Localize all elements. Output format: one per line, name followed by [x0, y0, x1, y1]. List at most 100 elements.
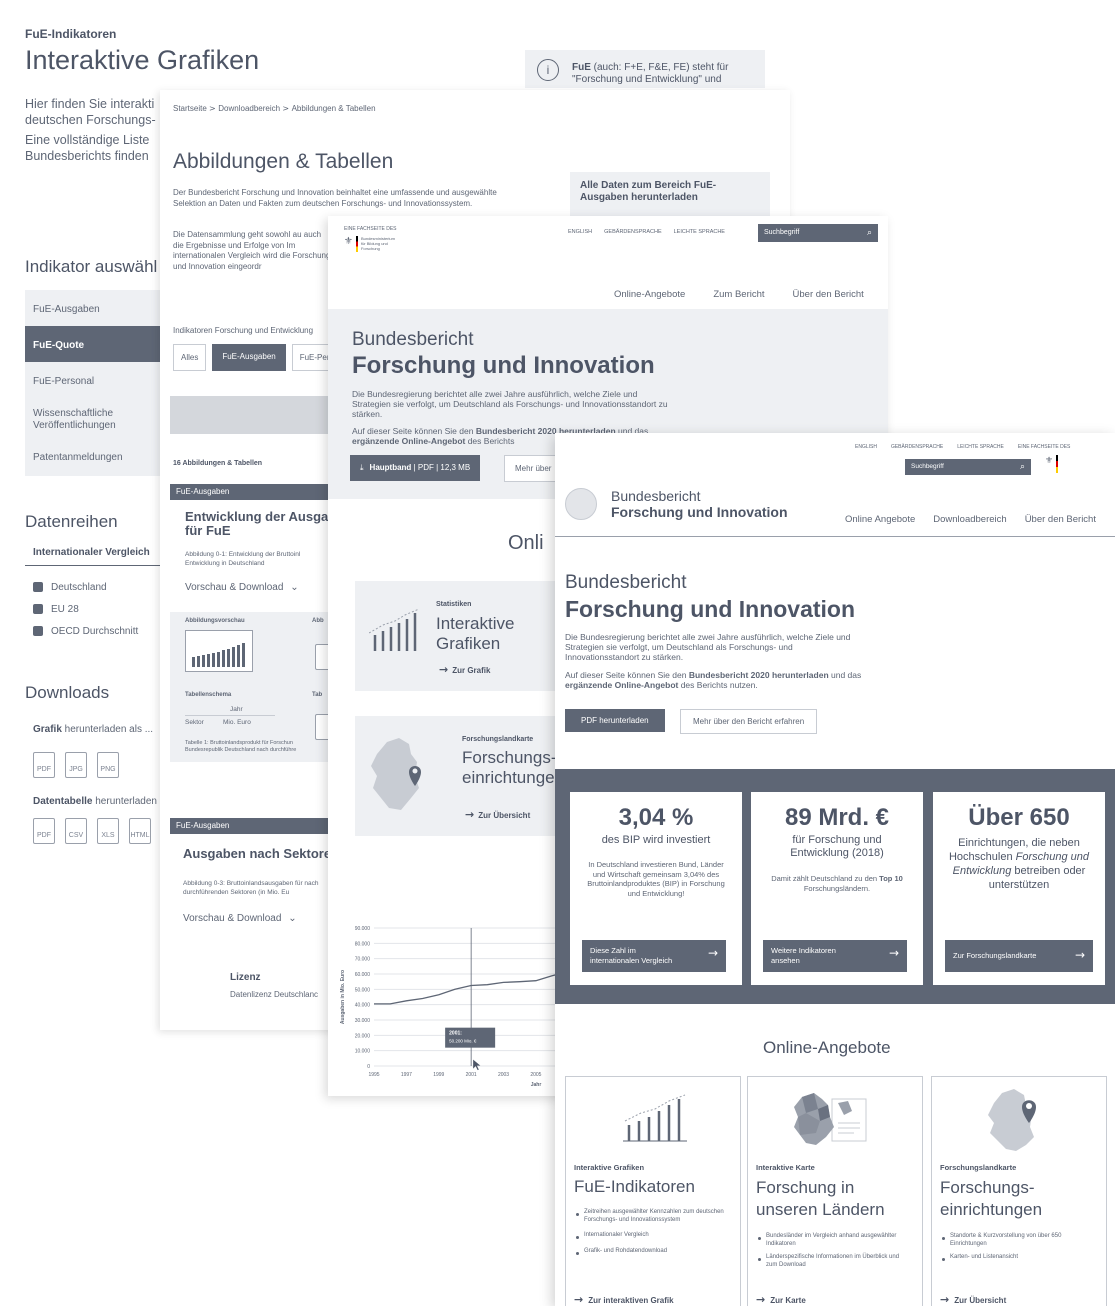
intro-text: Der Bundesbericht Forschung und Innovati… [173, 188, 497, 208]
pdf-file-icon[interactable]: PDF [33, 752, 55, 778]
series-item[interactable]: Deutschland [33, 577, 138, 599]
info-def: (auch: F+E, F&E, FE) steht für [590, 62, 729, 73]
stat-subtitle: für Forschung und Entwicklung (2018) [790, 834, 884, 859]
card-bullets: Standorte & Kurzvorstellung von über 650… [942, 1233, 1092, 1268]
card-link-label: Zur interaktiven Grafik [588, 1296, 674, 1305]
org-label: EINE FACHSEITE DES [1017, 444, 1071, 450]
offer-card[interactable]: Interaktive Karte Forschung in unseren L… [747, 1076, 923, 1306]
filter-dropdown-bar[interactable] [170, 396, 350, 434]
downloads-heading: Downloads [25, 683, 110, 702]
series-label: EU 28 [51, 604, 79, 615]
search-placeholder: Suchbegriff [764, 229, 800, 236]
more-about-button[interactable]: Mehr über den Bericht erfahren [680, 709, 818, 734]
stat-button-label: Diese Zahl im internationalen Vergleich [590, 946, 673, 965]
nav-online-angebote[interactable]: Online-Angebote [614, 289, 685, 300]
search-input[interactable]: Suchbegriff ⌕ [758, 224, 878, 242]
card-link[interactable]: → Zur Grafik [439, 663, 490, 676]
chart-thumbnail[interactable] [185, 630, 253, 672]
bullet-item: Länderspezifische Informationen im Überb… [758, 1254, 908, 1269]
tabelle-label-text: herunterladen a [92, 796, 166, 807]
table-head: Jahr [230, 706, 243, 713]
hero-text-bold[interactable]: ergänzende Online-Angebot [352, 436, 465, 446]
sign-language-link[interactable]: GEBÄRDENSPRACHE [604, 229, 661, 235]
filter-alles[interactable]: Alles [173, 344, 207, 371]
stat-text-part: Damit zählt Deutschland zu den [771, 874, 880, 883]
site-logo[interactable]: Bundesbericht Forschung und Innovation [565, 488, 788, 520]
png-file-icon[interactable]: PNG [97, 752, 119, 778]
line-chart[interactable]: 0 10.000 20.000 30.000 40.000 50.000 60.000 70.… [328, 916, 588, 1096]
checkbox-checked-icon[interactable] [33, 604, 43, 615]
hero-text-bold[interactable]: Bundesbericht 2020 herunterladen [689, 670, 829, 680]
checkbox-checked-icon[interactable] [33, 626, 43, 637]
offer-card[interactable]: Interaktive Grafiken FuE-Indikatoren Zei… [565, 1076, 741, 1306]
hero-title: Forschung und Innovation [565, 596, 856, 622]
nav-ueber-den-bericht[interactable]: Über den Bericht [793, 289, 864, 300]
indicator-item[interactable]: Patentanmeldungen [25, 438, 165, 476]
search-input[interactable]: Suchbegriff ⌕ [905, 459, 1031, 475]
series-item[interactable]: OECD Durchschnitt [33, 621, 138, 643]
nav-ueber-den-bericht[interactable]: Über den Bericht [1025, 514, 1096, 525]
logo-circle-icon [565, 488, 597, 520]
card-link-label: Zur Übersicht [954, 1296, 1007, 1305]
pdf-file-icon[interactable]: PDF [33, 818, 55, 844]
jpg-file-icon[interactable]: JPG [65, 752, 87, 778]
stat-button[interactable]: Weitere Indikatoren ansehen → [763, 940, 907, 972]
card-link[interactable]: → Zur Übersicht [940, 1293, 1006, 1306]
stat-value: 3,04 % [618, 804, 694, 831]
indicator-item[interactable]: FuE-Personal [25, 362, 165, 398]
preview-toggle[interactable]: Vorschau & Download ⌄ [185, 582, 345, 593]
hero-text: Die Bundesregierung berichtet alle zwei … [352, 389, 668, 419]
offer-card-grafiken[interactable]: Statistiken Interaktive Grafiken → Zur Gr… [355, 581, 555, 691]
csv-file-icon[interactable]: CSV [65, 818, 87, 844]
download-main-button[interactable]: ⤓ Hauptband | PDF | 12,3 MB [350, 455, 481, 481]
html-file-icon[interactable]: HTML [129, 818, 151, 844]
org-name: Bundesministerium für Bildung und Forsch… [360, 236, 395, 251]
y-tick-label: 10.000 [355, 1049, 371, 1055]
y-tick-label: 40.000 [355, 1003, 371, 1009]
nav-downloadbereich[interactable]: Downloadbereich [933, 514, 1006, 525]
card-link[interactable]: → Zur interaktiven Grafik [574, 1293, 674, 1306]
series-tab[interactable]: Internationaler Vergleich [33, 547, 150, 558]
indicator-item[interactable]: Wissenschaftliche Veröffentlichungen [25, 398, 165, 438]
page-title: Abbildungen & Tabellen [173, 150, 394, 173]
card-link[interactable]: → Zur Karte [756, 1293, 806, 1306]
table-schema[interactable]: Jahr Sektor Mio. Euro [185, 706, 275, 726]
preview-label: Abbildungsvorschau [185, 618, 245, 624]
lang-english-link[interactable]: ENGLISH [568, 229, 592, 235]
checkbox-checked-icon[interactable] [33, 582, 43, 593]
offer-card-forschungslandkarte[interactable]: Forschungslandkarte Forschungs-einrichtu… [355, 716, 564, 836]
hero-text-bold[interactable]: ergänzende Online-Angebot [565, 680, 678, 690]
breadcrumb-item[interactable]: Downloadbereich [218, 104, 280, 113]
org-block: EINE FACHSEITE DES ⚜ Bundesministerium f… [344, 226, 397, 252]
card-link[interactable]: → Zur Übersicht [465, 808, 530, 821]
preview-toggle[interactable]: Vorschau & Download ⌄ [183, 913, 347, 924]
lang-english-link[interactable]: ENGLISH [855, 444, 877, 450]
y-tick-label: 60.000 [355, 972, 371, 978]
nav-zum-bericht[interactable]: Zum Bericht [713, 289, 764, 300]
stat-button[interactable]: Zur Forschungslandkarte → [945, 940, 1093, 972]
download-all-box[interactable]: Alle Daten zum Bereich FuE-Ausgaben heru… [570, 172, 770, 222]
x-tick-label: 1999 [433, 1072, 444, 1078]
search-icon[interactable]: ⌕ [867, 227, 872, 238]
more-about-button[interactable]: Mehr über [504, 455, 563, 482]
chevron-right-icon: > [209, 104, 219, 113]
search-icon[interactable]: ⌕ [1020, 461, 1025, 472]
stat-button[interactable]: Diese Zahl im internationalen Vergleich … [582, 940, 726, 972]
easy-language-link[interactable]: LEICHTE SPRACHE [674, 229, 725, 235]
nav-online-angebote[interactable]: Online Angebote [845, 514, 915, 525]
series-item[interactable]: EU 28 [33, 599, 138, 621]
breadcrumb-item[interactable]: Startseite [173, 104, 207, 113]
xls-file-icon[interactable]: XLS [97, 818, 119, 844]
arrow-right-icon: → [574, 1293, 584, 1306]
sign-language-link[interactable]: GEBÄRDENSPRACHE [891, 444, 943, 450]
filter-fue-ausgaben[interactable]: FuE-Ausgaben [212, 344, 286, 371]
y-tick-label: 90.000 [355, 926, 371, 932]
indicator-item[interactable]: FuE-Ausgaben [25, 290, 165, 326]
hero-kicker: Bundesbericht [352, 329, 474, 350]
tabelle-label-bold: Datentabelle [33, 796, 93, 807]
offer-card[interactable]: Forschungslandkarte Forschungs-einrichtu… [931, 1076, 1107, 1306]
pdf-download-button[interactable]: PDF herunterladen [565, 709, 665, 732]
indicator-item-active[interactable]: FuE-Quote [25, 326, 165, 362]
easy-language-link[interactable]: LEICHTE SPRACHE [957, 444, 1004, 450]
breadcrumb-item[interactable]: Abbildungen & Tabellen [292, 104, 376, 113]
